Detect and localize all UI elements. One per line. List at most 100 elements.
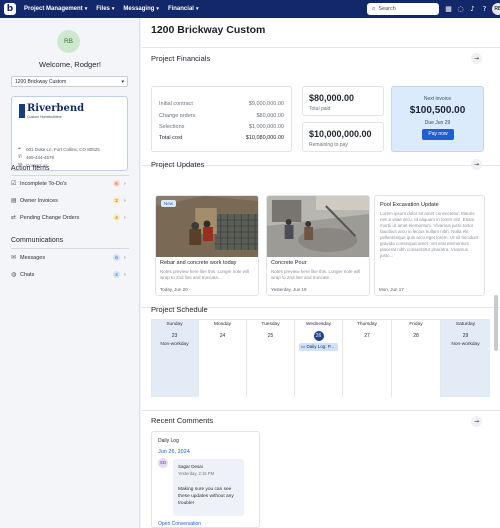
next-invoice-due: Due Jun 29 — [424, 120, 451, 126]
today-marker: 26 — [313, 331, 324, 341]
count-badge: 6 — [113, 180, 120, 187]
chat-icon: ◍ — [11, 271, 17, 278]
comment-author-avatar: SD — [158, 458, 168, 468]
scrollbar-thumb[interactable] — [494, 295, 498, 351]
financials-breakdown-card: Initial contract $9,000,000.00 Change ord… — [151, 86, 292, 152]
scrollbar[interactable] — [494, 18, 498, 528]
calendar-day-saturday[interactable]: Saturday 29 Non-workday — [441, 320, 490, 397]
arrow-right-icon[interactable]: → — [471, 159, 482, 170]
financials-title: Project Financials — [151, 54, 211, 63]
nav-project-management[interactable]: Project Management ▾ — [24, 6, 87, 12]
fin-row-total: Total cost $10,080,000.00 — [159, 135, 284, 141]
comment-source-label: Daily Log — [158, 438, 179, 444]
update-card[interactable]: Concrete Pour Notes preview here like th… — [266, 195, 370, 296]
update-card[interactable]: New Rebar and concrete work today Notes … — [155, 195, 259, 296]
calendar-day-sunday[interactable]: Sunday 23 Non-workday — [151, 320, 199, 397]
swap-icon: ⇄ — [11, 214, 17, 221]
project-select-value: 1200 Brickway Custom — [15, 79, 67, 85]
nav-icons: ▦ ◌ ♪ ? RB — [444, 3, 500, 15]
day-name: Wednesday — [305, 322, 332, 327]
day-number: 27 — [364, 333, 370, 339]
project-select[interactable]: 1200 Brickway Custom ▾ — [11, 76, 128, 87]
action-items-title: Action Items — [11, 165, 50, 172]
chevron-right-icon: › — [124, 271, 126, 278]
total-paid-card: $80,000.00 Total paid — [302, 86, 384, 116]
update-preview: Lorem ipsum dolor sit amet consectetur. … — [380, 211, 479, 258]
fin-label: Total cost — [159, 135, 183, 141]
count-badge: 6 — [113, 254, 120, 261]
help-icon[interactable]: ? — [480, 3, 489, 15]
chevron-down-icon: ▾ — [195, 6, 199, 12]
next-invoice-label: Next invoice — [423, 96, 452, 102]
count-badge: 4 — [113, 214, 120, 221]
nav-financial[interactable]: Financial ▾ — [168, 6, 199, 12]
company-logo: Riverbend Custom Homebuilders — [19, 104, 84, 119]
company-logo-mark — [19, 104, 25, 118]
update-preview: Notes preview here like this. Longer not… — [160, 269, 250, 280]
day-name: Sunday — [166, 322, 183, 327]
non-workday-label: Non-workday — [160, 342, 189, 347]
schedule-calendar: Sunday 23 Non-workday Monday 24 Tuesday … — [151, 319, 490, 397]
day-name: Friday — [409, 322, 423, 327]
main-content: 1200 Brickway Custom Project Financials … — [141, 18, 500, 528]
next-invoice-value: $100,500.00 — [409, 105, 466, 116]
update-date: Mon, Jun 17 — [379, 287, 404, 292]
divider — [141, 47, 500, 48]
chevron-right-icon: › — [124, 197, 126, 204]
update-title: Rebar and concrete work today — [160, 260, 237, 266]
fin-value: $9,000,000.00 — [248, 101, 284, 107]
user-avatar[interactable]: RB — [492, 3, 500, 15]
comment-time: Yesterday, 2:15 PM — [178, 471, 215, 476]
calendar-day-friday[interactable]: Friday 28 — [392, 320, 441, 397]
day-number: 24 — [219, 333, 226, 339]
company-tagline: Custom Homebuilders — [27, 115, 62, 119]
calendar-day-thursday[interactable]: Thursday 27 — [343, 320, 392, 397]
calendar-day-monday[interactable]: Monday 24 — [199, 320, 247, 397]
sidebar-item-label: Chats — [20, 271, 35, 278]
company-phone[interactable]: ✆ 469-444-4578 — [18, 154, 54, 160]
search-icon: ⌕ — [372, 5, 376, 12]
calendar-icon[interactable]: ▦ — [444, 3, 453, 15]
search-input[interactable]: ⌕ Search — [367, 3, 439, 15]
sidebar-item-label: Incomplete To-Do's — [20, 180, 67, 187]
location-icon: ⌖ — [18, 146, 21, 152]
chevron-down-icon: ▾ — [121, 79, 124, 85]
search-placeholder: Search — [378, 6, 396, 12]
arrow-right-icon[interactable]: → — [471, 416, 482, 427]
divider — [141, 410, 500, 411]
phone-text: 469-444-4578 — [26, 154, 55, 160]
day-number-today: 26 — [295, 331, 342, 341]
comment-author: Sagar Desai — [178, 464, 203, 469]
total-paid-value: $80,000.00 — [309, 93, 355, 103]
update-card[interactable]: Pool Excavation Update Lorem ipsum dolor… — [374, 195, 485, 296]
bell-icon[interactable]: ♪ — [468, 3, 477, 15]
open-conversation-link[interactable]: Open Conversation — [158, 521, 201, 527]
day-name: Monday — [213, 322, 232, 327]
sidebar-item-owner-invoices[interactable]: ▤ Owner Invoices 2 › — [11, 195, 129, 206]
page-title: 1200 Brickway Custom — [151, 24, 266, 36]
event-label: Daily Log: P... — [306, 344, 334, 349]
app-logo[interactable]: b — [4, 3, 16, 15]
day-name: Saturday — [455, 322, 476, 327]
company-name: Riverbend — [27, 103, 85, 114]
day-number: 29 — [462, 333, 469, 339]
update-title: Pool Excavation Update — [380, 202, 439, 208]
sidebar-item-messages[interactable]: ✉ Messages 6 › — [11, 252, 129, 263]
chat-icon[interactable]: ◌ — [456, 3, 465, 15]
arrow-right-icon[interactable]: → — [471, 53, 482, 64]
nav-files[interactable]: Files ▾ — [96, 6, 114, 12]
fin-label: Selections — [159, 124, 185, 130]
sidebar-item-change-orders[interactable]: ⇄ Pending Change Orders 4 › — [11, 212, 129, 223]
nav-messaging[interactable]: Messaging ▾ — [123, 6, 159, 12]
sidebar-item-todos[interactable]: ☑ Incomplete To-Do's 6 › — [11, 178, 129, 189]
comment-bubble: Sagar Desai Yesterday, 2:15 PM Making su… — [173, 459, 244, 516]
pay-now-button[interactable]: Pay now — [422, 129, 454, 140]
invoice-icon: ▤ — [11, 197, 17, 204]
new-tag: New — [161, 200, 177, 207]
calendar-day-tuesday[interactable]: Tuesday 25 — [247, 320, 295, 397]
company-address: ⌖ 001 Duke Ln, Fort Collins, CO 80525 — [18, 146, 100, 152]
calendar-day-wednesday[interactable]: Wednesday 26 ▭ Daily Log: P... — [295, 320, 343, 397]
fin-label: Change orders — [159, 113, 196, 119]
schedule-event[interactable]: ▭ Daily Log: P... — [299, 343, 338, 351]
sidebar-item-chats[interactable]: ◍ Chats 4 › — [11, 269, 129, 280]
